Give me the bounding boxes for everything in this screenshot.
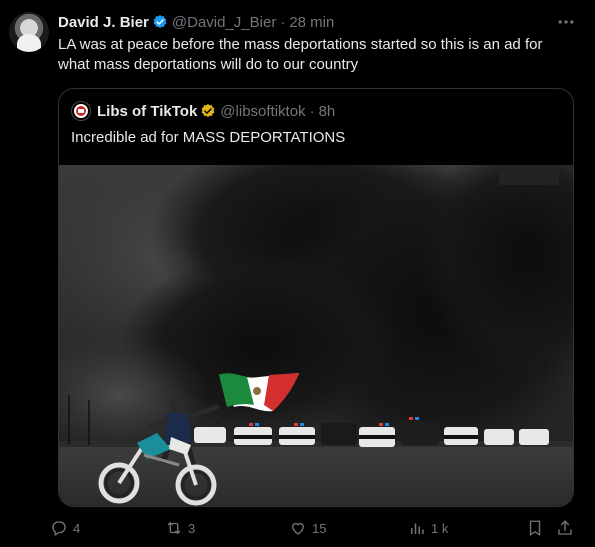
verified-gold-badge-icon xyxy=(201,104,215,118)
tweet-header: David J. Bier @David_J_Bier · 28 min xyxy=(58,12,334,32)
verified-badge-icon xyxy=(153,15,167,29)
more-icon[interactable] xyxy=(556,12,576,32)
libs-logo-icon xyxy=(74,104,88,118)
quote-separator: · xyxy=(309,102,315,120)
quote-avatar[interactable] xyxy=(71,101,91,121)
like-button[interactable]: 15 xyxy=(289,516,326,540)
separator: · xyxy=(280,13,286,31)
reply-button[interactable]: 4 xyxy=(50,516,80,540)
avatar[interactable] xyxy=(9,12,49,52)
quoted-tweet[interactable]: Libs of TikTok @libsoftiktok · 8h Incred… xyxy=(58,88,574,507)
like-icon xyxy=(292,522,304,535)
action-bar: 4 3 15 1 k xyxy=(50,516,580,540)
quote-author-handle[interactable]: @libsoftiktok xyxy=(220,103,305,120)
tweet[interactable]: David J. Bier @David_J_Bier · 28 min LA … xyxy=(0,0,595,547)
author-handle[interactable]: @David_J_Bier xyxy=(172,14,276,31)
share-icon[interactable] xyxy=(556,519,574,537)
quote-text: Incredible ad for MASS DEPORTATIONS xyxy=(71,129,346,146)
timestamp[interactable]: 28 min xyxy=(289,14,334,31)
quote-author-name[interactable]: Libs of TikTok xyxy=(97,103,197,120)
reply-icon xyxy=(52,521,66,536)
repost-button[interactable]: 3 xyxy=(165,516,195,540)
repost-icon xyxy=(167,521,181,535)
views-button[interactable]: 1 k xyxy=(408,516,448,540)
author-name[interactable]: David J. Bier xyxy=(58,14,149,31)
quote-timestamp[interactable]: 8h xyxy=(319,103,336,120)
views-icon xyxy=(411,523,424,534)
views-count: 1 k xyxy=(431,520,449,536)
tweet-text: LA was at peace before the mass deportat… xyxy=(58,36,543,73)
quote-media-image[interactable] xyxy=(59,165,574,507)
repost-count: 3 xyxy=(188,520,196,536)
like-count: 15 xyxy=(312,520,327,536)
bookmark-icon[interactable] xyxy=(526,519,544,537)
quote-header: Libs of TikTok @libsoftiktok · 8h xyxy=(71,101,335,121)
reply-count: 4 xyxy=(73,520,81,536)
